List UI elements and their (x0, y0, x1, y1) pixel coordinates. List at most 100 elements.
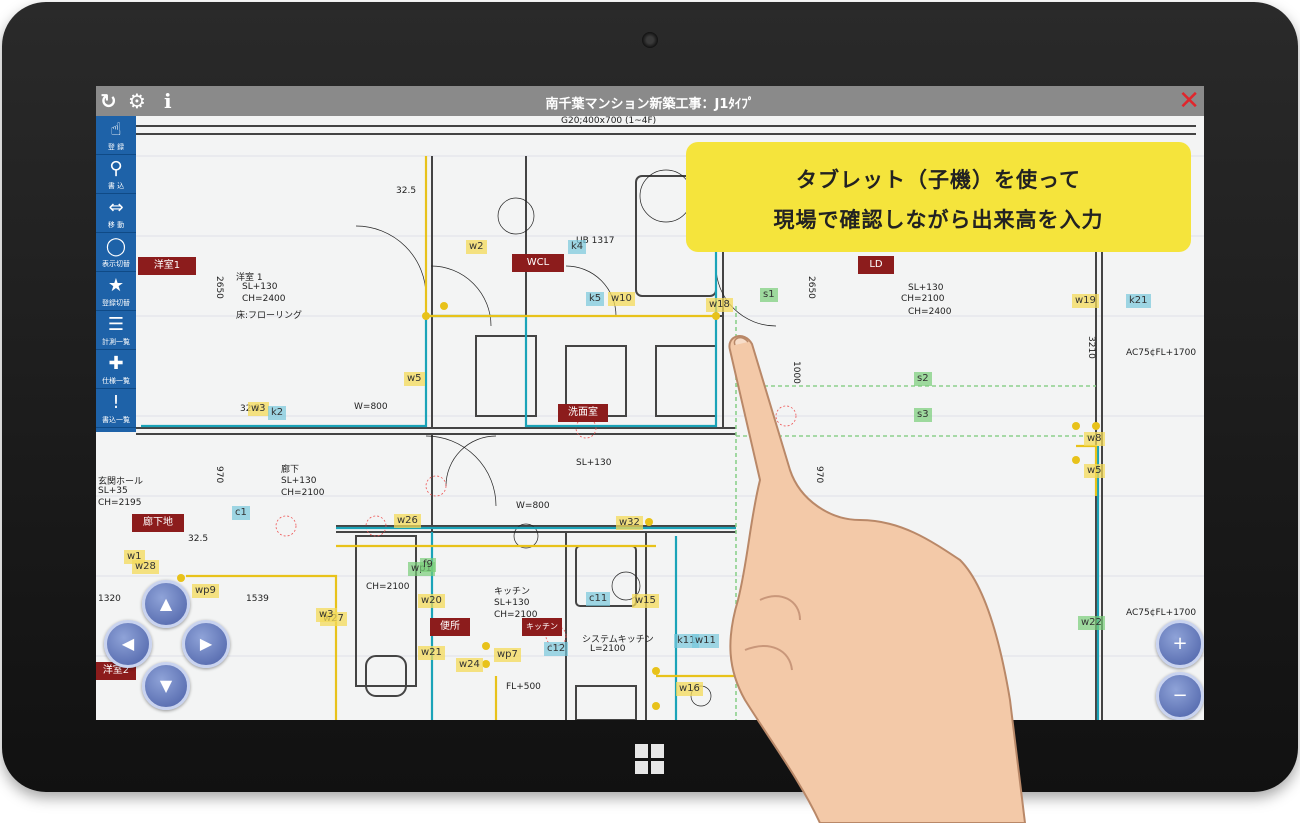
plan-note: FL+500 (506, 682, 541, 692)
marker-tag[interactable]: w19 (1072, 294, 1099, 308)
sidebar-item-label: 計測一覧 (102, 338, 130, 346)
marker-tag[interactable]: w11 (692, 634, 719, 648)
sidebar-item-label: 書 込 (107, 182, 125, 190)
pan-down-button[interactable]: ▼ (142, 662, 190, 710)
sidebar-item-note-list[interactable]: ! 書込一覧 (96, 389, 136, 428)
marker-tag[interactable]: w22 (1078, 616, 1105, 630)
move-arrows-icon: ⇔ (108, 197, 124, 218)
plan-dim: 2650 (806, 276, 816, 299)
plan-note: SL+130 (242, 282, 278, 292)
plan-note: SL+130 (281, 476, 317, 486)
plan-dim: 32.5 (396, 186, 417, 196)
marker-tag[interactable]: s1 (760, 288, 778, 302)
marker-tag[interactable]: k2 (268, 406, 287, 420)
sidebar-item-move[interactable]: ⇔ 移 動 (96, 194, 136, 233)
plan-note: 廊下 (281, 465, 300, 475)
zoom-in-button[interactable]: + (1156, 620, 1204, 668)
marker-tag[interactable]: s3 (914, 408, 932, 422)
plan-note: CH=2400 (242, 294, 286, 304)
sidebar-item-label: 仕様一覧 (102, 377, 130, 385)
plan-note: W=800 (354, 402, 388, 412)
marker-tag[interactable]: w21 (418, 646, 445, 660)
marker-tag[interactable]: s2 (914, 372, 932, 386)
room-label-senmenshitsu[interactable]: 洗面室 (558, 404, 608, 422)
sidebar-item-label: 表示切替 (102, 260, 130, 268)
room-label-roukachi[interactable]: 廊下地 (132, 514, 184, 532)
marker-tag[interactable]: c12 (544, 642, 569, 656)
marker-tag[interactable]: w26 (394, 514, 421, 528)
plus-icon: ✚ (108, 353, 124, 374)
plan-note: SL+130 (908, 283, 944, 293)
pan-right-button[interactable]: ▶ (182, 620, 230, 668)
marker-tag[interactable]: w15 (632, 594, 659, 608)
plan-note: AC75¢FL+1700 (1126, 608, 1197, 618)
pin-icon: ⚲ (109, 158, 123, 179)
sidebar-item-spec-list[interactable]: ✚ 仕様一覧 (96, 350, 136, 389)
zoom-out-button[interactable]: − (1156, 672, 1204, 720)
window-title: 南千葉マンション新築工事：J1ﾀｲﾌﾟ (545, 97, 755, 112)
circle-icon: ◯ (105, 236, 127, 257)
plan-note: 洋室 1 (236, 273, 263, 283)
star-icon: ★ (107, 275, 125, 296)
plan-note: AC75¢FL+1700 (1126, 348, 1197, 358)
exclamation-icon: ! (112, 392, 120, 413)
plan-note: SL+35 (98, 486, 128, 496)
callout-line-2: 現場で確認しながら出来高を入力 (773, 208, 1104, 232)
marker-tag[interactable]: w5 (404, 372, 425, 386)
plan-dim: 1539 (246, 594, 269, 604)
plan-dim: 1000 (791, 361, 801, 384)
sidebar-item-register[interactable]: ☝ 登 録 (96, 116, 136, 155)
marker-tag[interactable]: w5 (1084, 464, 1105, 478)
plan-note: CH=2100 (281, 488, 325, 498)
sidebar-item-measure-list[interactable]: ☰ 計測一覧 (96, 311, 136, 350)
pan-up-button[interactable]: ▲ (142, 580, 190, 628)
plan-note: G20;400x700 (1~4F) (561, 116, 657, 126)
room-label-wcl[interactable]: WCL (512, 254, 564, 272)
marker-tag[interactable]: w28 (132, 560, 159, 574)
marker-tag[interactable]: w18 (706, 298, 733, 312)
marker-tag[interactable]: w16 (676, 682, 703, 696)
sidebar-item-register-toggle[interactable]: ★ 登録切替 (96, 272, 136, 311)
plan-dim: 32.5 (188, 534, 209, 544)
marker-tag[interactable]: w20 (418, 594, 445, 608)
sidebar-item-write[interactable]: ⚲ 書 込 (96, 155, 136, 194)
plan-note: SL+130 (576, 458, 612, 468)
marker-tag[interactable]: k5 (586, 292, 605, 306)
marker-tag[interactable]: w32 (616, 516, 643, 530)
callout-banner: タブレット（子機）を使って 現場で確認しながら出来高を入力 (686, 142, 1191, 252)
marker-tag[interactable]: w2 (466, 240, 487, 254)
marker-tag[interactable]: k4 (568, 240, 587, 254)
sidebar-item-display-toggle[interactable]: ◯ 表示切替 (96, 233, 136, 272)
plan-dim: 2650 (214, 276, 224, 299)
callout-line-1: タブレット（子機）を使って (796, 168, 1081, 192)
room-label-ld[interactable]: LD (858, 256, 894, 274)
plan-dim: 1320 (98, 594, 121, 604)
sidebar-item-label: 移 動 (107, 221, 125, 229)
close-icon[interactable]: ✕ (1178, 87, 1200, 115)
marker-tag[interactable]: w10 (608, 292, 635, 306)
marker-tag[interactable]: c11 (586, 592, 611, 606)
marker-tag[interactable]: w24 (456, 658, 483, 672)
marker-tag[interactable]: c1 (232, 506, 250, 520)
pan-left-button[interactable]: ◀ (104, 620, 152, 668)
title-bar: ↻ ⚙ i 南千葉マンション新築工事：J1ﾀｲﾌﾟ ✕ (96, 86, 1204, 116)
sidebar-item-label: 登 録 (107, 143, 125, 151)
plan-note: W=800 (516, 501, 550, 511)
app-screen: 400 G20;400x700 (1~4F) 2650 2650 1320 15… (96, 86, 1204, 720)
plan-note: CH=2400 (908, 307, 952, 317)
marker-tag[interactable]: f9 (420, 558, 436, 572)
marker-tag[interactable]: w3 (248, 402, 269, 416)
list-icon: ☰ (107, 314, 125, 335)
marker-tag[interactable]: w8 (1084, 432, 1105, 446)
plan-dim: 970 (814, 466, 824, 484)
plan-note: SL+130 (494, 598, 530, 608)
marker-tag[interactable]: wp9 (192, 584, 219, 598)
marker-tag[interactable]: w3 (316, 608, 337, 622)
room-label-benjo[interactable]: 便所 (430, 618, 470, 636)
room-label-kitchen[interactable]: キッチン (522, 618, 562, 636)
room-label-youshitsu1[interactable]: 洋室1 (138, 257, 196, 275)
marker-tag[interactable]: k21 (1126, 294, 1151, 308)
plan-note: L=2100 (590, 644, 626, 654)
marker-tag[interactable]: wp7 (494, 648, 521, 662)
windows-logo-icon[interactable] (635, 744, 665, 774)
